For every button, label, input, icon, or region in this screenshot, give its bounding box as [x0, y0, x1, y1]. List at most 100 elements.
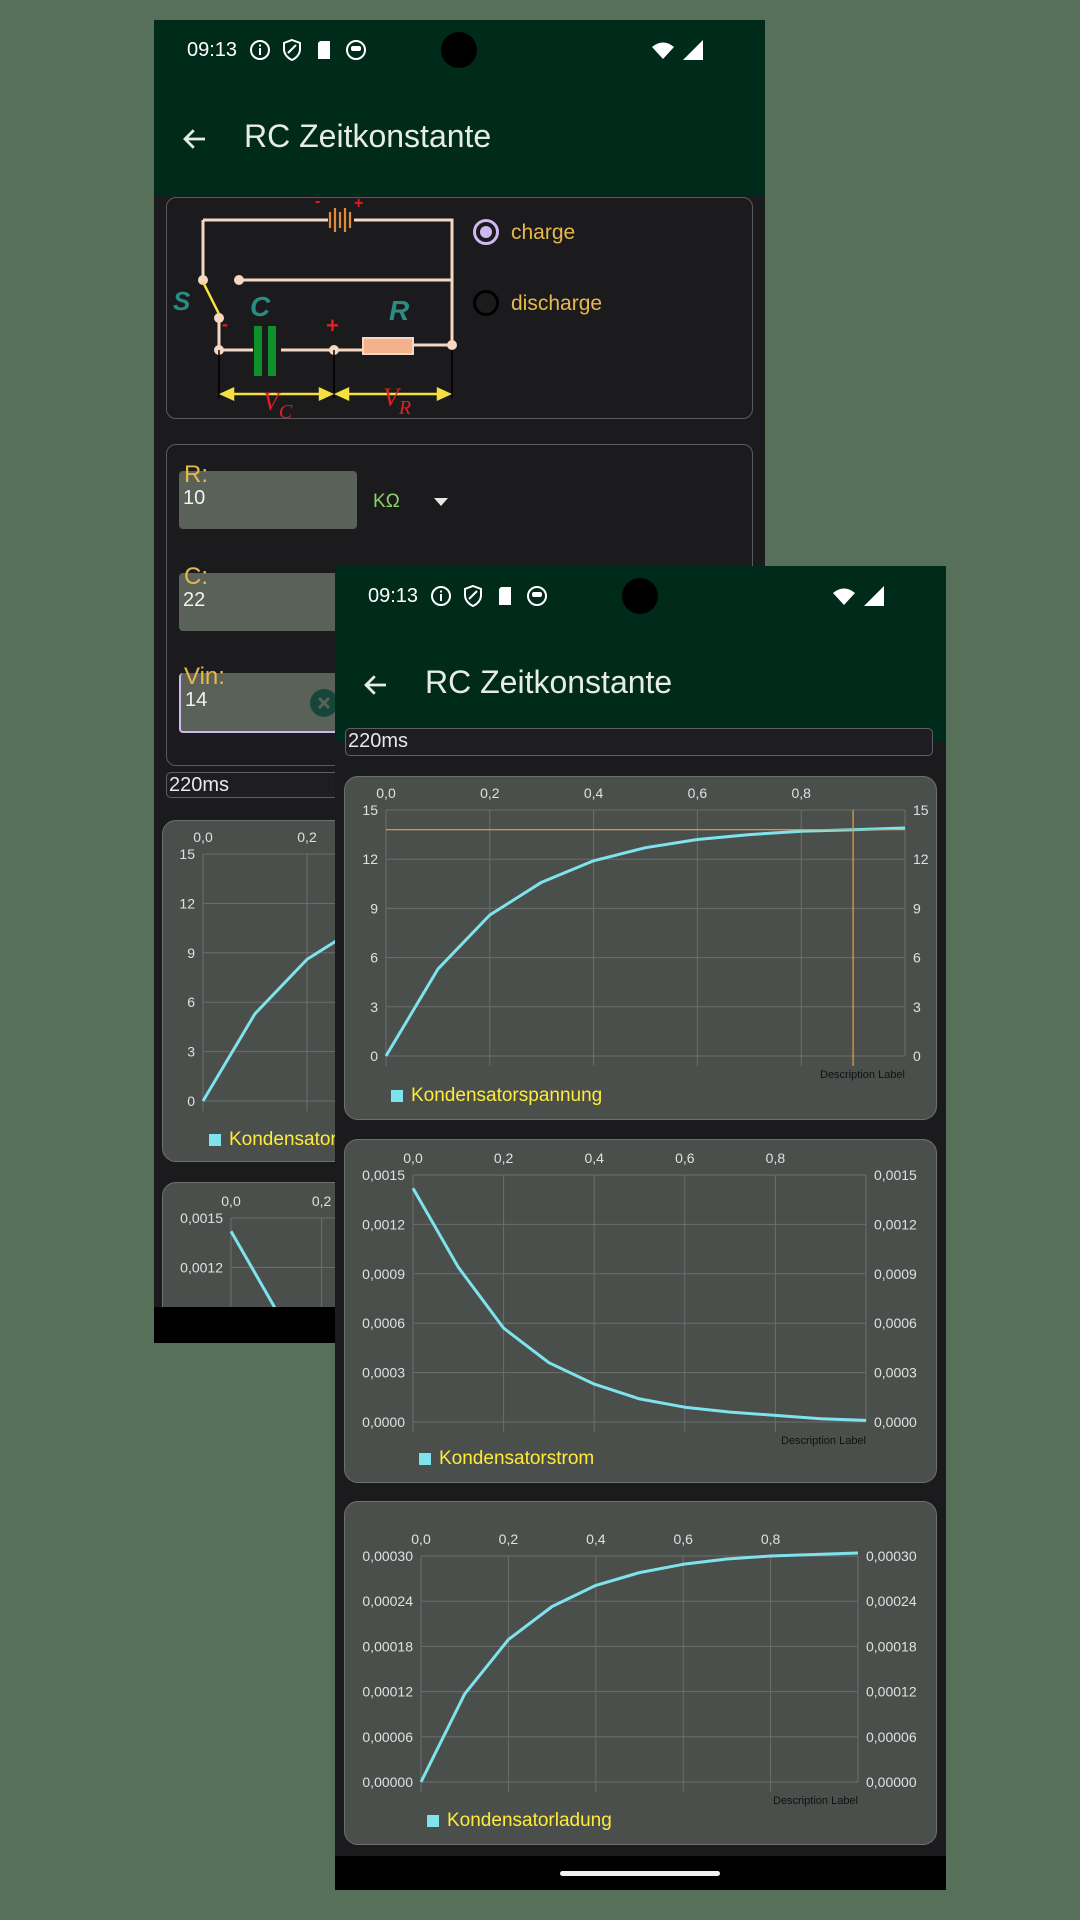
x-tick-label: 0,2 [494, 1150, 514, 1166]
wifi-icon [652, 42, 674, 59]
app-bar: RC Zeitkonstante [335, 626, 946, 742]
info-icon [431, 586, 451, 606]
y-tick-label-right: 0,0003 [874, 1365, 917, 1381]
y-tick-label-left: 9 [370, 900, 378, 916]
vc-label: VC [263, 387, 293, 418]
y-tick-label-left: 0,00012 [362, 1684, 413, 1700]
home-indicator[interactable] [560, 1871, 720, 1876]
resistor-label: R [389, 295, 410, 326]
c-label: C: [184, 563, 208, 590]
x-tick-label: 0,0 [376, 785, 396, 801]
r-input-value: 10 [183, 487, 206, 509]
r-unit-select[interactable]: KΩ [373, 491, 400, 513]
x-tick-label: 0,6 [675, 1150, 695, 1166]
charge-radio-label[interactable]: charge [511, 221, 575, 245]
y-tick-label-left: 0 [370, 1048, 378, 1064]
y-tick-label-left: 0,0012 [362, 1216, 405, 1232]
page-title: RC Zeitkonstante [244, 118, 492, 154]
current-chart-card: 0,0 0,2 0,4 0,6 0,8 0,0000 0,0000 0,0003 0,0003 0… [344, 1139, 937, 1483]
y-tick-label-left: 15 [362, 802, 378, 818]
switch-label: S [173, 286, 191, 316]
series-line [384, 826, 906, 1057]
y-tick-label-right: 3 [913, 999, 921, 1015]
current-chart: 0,0 0,2 0,4 0,6 0,8 0,0000 0,0000 0,0003 0,0003 0… [362, 1150, 917, 1447]
y-tick-label-right: 0,00006 [866, 1729, 917, 1745]
status-time: 09:13 [187, 39, 238, 61]
x-tick-label: 0,4 [586, 1531, 606, 1547]
y-tick-label-right: 0,00024 [866, 1593, 917, 1609]
charge-chart-legend: Kondensatorladung [427, 1810, 612, 1832]
y-tick-label-left: 0,00030 [362, 1548, 413, 1564]
status-time: 09:13 [368, 585, 419, 607]
y-tick-label-right: 0 [913, 1048, 921, 1064]
x-tick-label: 0,0 [403, 1150, 423, 1166]
x-tick-label: 0,8 [766, 1150, 786, 1166]
y-tick-label-left: 12 [179, 895, 195, 911]
series-line [411, 1187, 867, 1422]
rc-circuit-diagram: - + S C - + R VC VR [173, 198, 457, 418]
y-tick-label-right: 0,00012 [866, 1684, 917, 1700]
y-tick-label-left: 0 [187, 1093, 195, 1109]
y-tick-label-left: 0,0003 [362, 1365, 405, 1381]
chevron-down-icon[interactable] [433, 497, 449, 507]
x-tick-label: 0,4 [584, 785, 604, 801]
signal-icon [683, 40, 703, 60]
vin-label: Vin: [184, 663, 225, 690]
face-icon [346, 40, 366, 60]
sd-card-icon [318, 41, 330, 59]
y-tick-label-left: 6 [370, 950, 378, 966]
back-arrow-icon[interactable] [180, 124, 210, 154]
clear-icon[interactable] [310, 689, 338, 717]
y-tick-label-left: 3 [370, 999, 378, 1015]
circuit-panel: - + S C - + R VC VR charge discharge [166, 197, 753, 419]
charge-radio[interactable] [473, 219, 499, 245]
y-tick-label-left: 0,0006 [362, 1315, 405, 1331]
r-label: R: [184, 461, 208, 488]
capacitor-minus-label: - [222, 314, 228, 334]
capacitor-plus-label: + [326, 313, 339, 338]
back-arrow-icon[interactable] [361, 670, 391, 700]
y-tick-label-right: 0,0000 [874, 1414, 917, 1430]
camera-cutout [441, 32, 477, 68]
charge-chart-card: 0,0 0,2 0,4 0,6 0,8 0,00000 0,00000 0,00006 0,00… [344, 1501, 937, 1845]
c-input-value: 22 [183, 589, 206, 611]
x-tick-label: 0,2 [499, 1531, 519, 1547]
nav-bar [335, 1856, 946, 1890]
y-tick-label-right: 9 [913, 900, 921, 916]
signal-icon [864, 586, 884, 606]
shield-icon [464, 584, 482, 608]
discharge-radio-label[interactable]: discharge [511, 292, 602, 316]
capacitor-label: C [250, 291, 271, 322]
y-tick-label-left: 9 [187, 945, 195, 961]
voltage-chart: 0,0 0,2 0,4 0,6 0,8 0 0 3 3 6 6 9 9 12 12 15 15 Descripti… [362, 785, 928, 1081]
status-bar: 09:13 [154, 20, 765, 80]
wifi-icon [833, 588, 855, 605]
y-tick-label-right: 0,00000 [866, 1774, 917, 1790]
voltage-chart-card: 0,0 0,2 0,4 0,6 0,8 0 0 3 3 6 6 9 9 12 12 15 15 Descripti… [344, 776, 937, 1120]
discharge-radio[interactable] [473, 290, 499, 316]
y-tick-label-left: 0,0009 [362, 1266, 405, 1282]
y-tick-label-left: 15 [179, 846, 195, 862]
time-constant-display: 220ms [345, 728, 933, 756]
series-line [419, 1551, 859, 1783]
x-tick-label: 0,0 [221, 1193, 241, 1209]
battery-minus-label: - [315, 198, 320, 210]
y-tick-label-right: 0,00030 [866, 1548, 917, 1564]
y-tick-label-right: 0,0012 [874, 1216, 917, 1232]
y-tick-label-left: 0,00006 [362, 1729, 413, 1745]
y-tick-label-left: 0,00024 [362, 1593, 413, 1609]
y-tick-label-left: 12 [362, 851, 378, 867]
description-label: Description Label [773, 1795, 858, 1807]
y-tick-label-right: 0,00018 [866, 1638, 917, 1654]
voltage-chart-legend: Kondensatorspannung [391, 1085, 602, 1107]
x-tick-label: 0,0 [411, 1531, 431, 1547]
face-icon [527, 586, 547, 606]
status-bar: 09:13 [335, 566, 946, 626]
description-label: Description Label [781, 1435, 866, 1447]
current-chart-legend: Kondensatorstrom [419, 1448, 594, 1470]
y-tick-label-left: 3 [187, 1044, 195, 1060]
y-tick-label-right: 6 [913, 950, 921, 966]
y-tick-label-right: 0,0009 [874, 1266, 917, 1282]
page-title: RC Zeitkonstante [425, 664, 673, 700]
x-tick-label: 0,8 [761, 1531, 781, 1547]
